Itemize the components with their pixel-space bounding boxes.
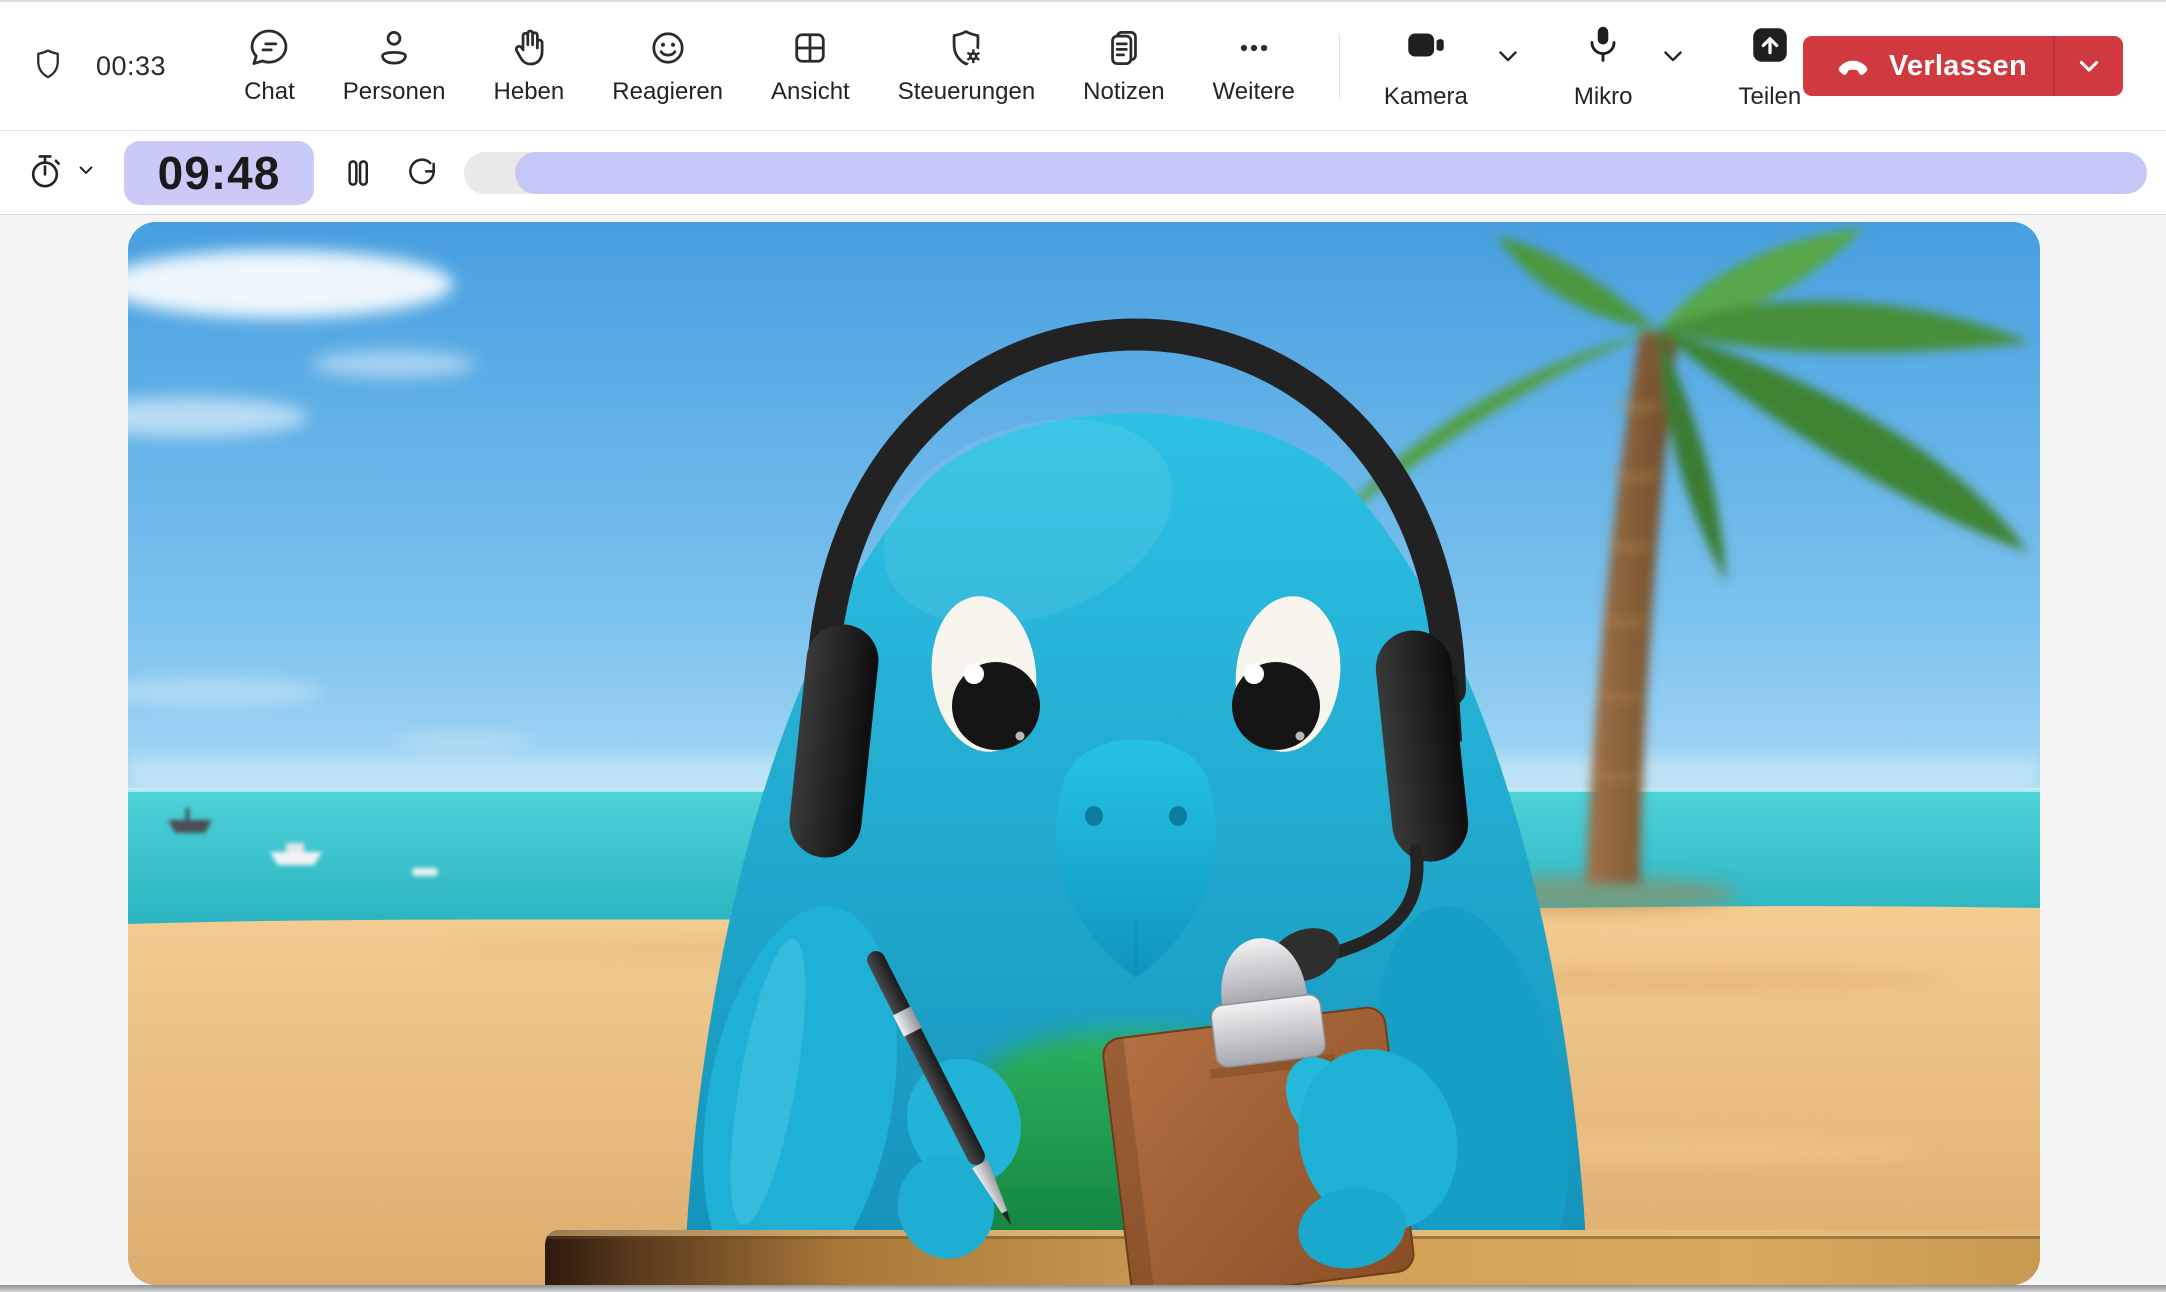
clipboard-clip: [1210, 993, 1327, 1068]
device-button-label: Teilen: [1739, 83, 1802, 111]
toolbar-button-label: Ansicht: [771, 78, 850, 106]
toolbar-button-reagieren[interactable]: Reagieren: [612, 26, 723, 106]
camera-icon: [1403, 22, 1449, 75]
toolbar-button-label: Notizen: [1083, 78, 1164, 106]
camera-control-group: Kamera: [1384, 22, 1522, 111]
toolbar-button-steuerungen[interactable]: Steuerungen: [898, 26, 1035, 106]
microphone-icon: [1580, 22, 1626, 75]
toolbar-button-label: Personen: [343, 78, 446, 106]
toolbar-button-label: Steuerungen: [898, 78, 1035, 106]
leave-button-label: Verlassen: [1889, 50, 2027, 83]
microphone-control-group: Mikro: [1574, 22, 1687, 111]
meeting-stage-video-tile[interactable]: [128, 222, 2040, 1285]
share-control-group: Teilen: [1739, 22, 1802, 111]
pause-button[interactable]: [338, 153, 378, 193]
camera-dropdown-chevron-icon[interactable]: [1494, 42, 1522, 75]
ellipsis-icon: [1232, 26, 1276, 70]
leave-dropdown-chevron-icon[interactable]: [2055, 36, 2123, 96]
shield-gear-icon: [944, 26, 988, 70]
toolbar-button-label: Weitere: [1213, 78, 1295, 106]
meeting-video-scene: [128, 222, 2040, 1285]
timer-progress-bar: [464, 152, 2147, 194]
share-screen-icon: [1747, 22, 1793, 75]
microphone-button[interactable]: Mikro: [1574, 22, 1633, 111]
device-button-label: Mikro: [1574, 83, 1633, 111]
toolbar-button-notizen[interactable]: Notizen: [1083, 26, 1164, 106]
toolbar-button-personen[interactable]: Personen: [343, 26, 446, 106]
timer-bar: 09:48: [0, 131, 2166, 215]
toolbar-button-label: Reagieren: [612, 78, 723, 106]
shield-icon: [30, 46, 66, 87]
raised-hand-icon: [507, 26, 551, 70]
device-button-label: Kamera: [1384, 83, 1468, 111]
smiley-icon: [646, 26, 690, 70]
meeting-elapsed-time: 00:33: [96, 51, 166, 82]
grid-icon: [788, 26, 832, 70]
timer-type-dropdown[interactable]: [24, 149, 96, 196]
chat-bubble-icon: [247, 26, 291, 70]
hang-up-icon: [1833, 44, 1873, 89]
toolbar-buttons: Chat Personen Heben Reagieren Ansicht: [244, 26, 1295, 106]
toolbar-button-label: Heben: [494, 78, 565, 106]
timer-time-value: 09:48: [158, 146, 281, 200]
notes-icon: [1102, 26, 1146, 70]
toolbar-button-heben[interactable]: Heben: [494, 26, 565, 106]
toolbar-button-label: Chat: [244, 78, 295, 106]
share-button[interactable]: Teilen: [1739, 22, 1802, 111]
camera-button[interactable]: Kamera: [1384, 22, 1468, 111]
person-icon: [372, 26, 416, 70]
restart-button[interactable]: [402, 153, 442, 193]
leave-button-main[interactable]: Verlassen: [1803, 36, 2053, 96]
window-bottom-edge: [0, 1285, 2166, 1292]
timer-chevron-down-icon: [76, 160, 96, 185]
meeting-status-group: 00:33: [30, 46, 166, 87]
leave-button[interactable]: Verlassen: [1803, 36, 2123, 96]
meeting-toolbar: 00:33 Chat Personen Heben Reagieren: [0, 0, 2166, 131]
meeting-stage: [0, 215, 2166, 1285]
timer-progress-fill: [515, 152, 2148, 194]
stopwatch-icon: [24, 149, 66, 196]
timer-display[interactable]: 09:48: [124, 141, 314, 205]
toolbar-button-chat[interactable]: Chat: [244, 26, 295, 106]
toolbar-divider: [1339, 34, 1340, 98]
microphone-dropdown-chevron-icon[interactable]: [1659, 42, 1687, 75]
toolbar-button-ansicht[interactable]: Ansicht: [771, 26, 850, 106]
toolbar-button-weitere[interactable]: Weitere: [1213, 26, 1295, 106]
